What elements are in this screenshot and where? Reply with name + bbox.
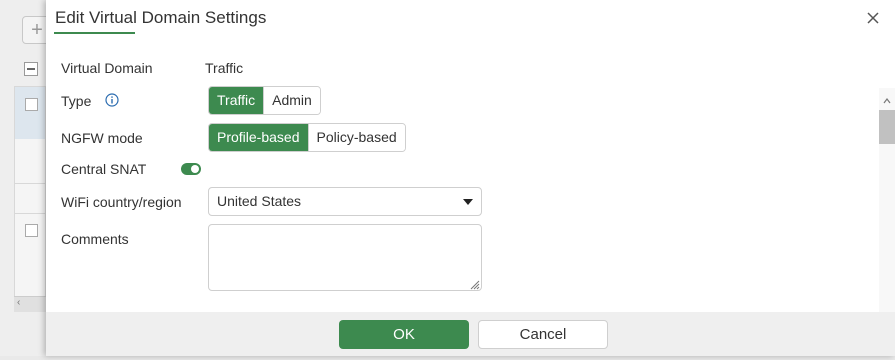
scroll-thumb[interactable]	[879, 110, 895, 144]
central-snat-label: Central SNAT	[61, 161, 147, 177]
dialog-title: Edit Virtual Domain Settings	[55, 8, 267, 27]
comments-label: Comments	[61, 231, 129, 247]
dialog-header: Edit Virtual Domain Settings	[46, 0, 895, 44]
type-label: Type	[61, 93, 92, 109]
cancel-button[interactable]: Cancel	[478, 320, 608, 349]
row-divider	[15, 183, 45, 184]
table-row[interactable]	[15, 87, 45, 139]
edit-vdom-dialog: Edit Virtual Domain Settings Virtual Dom…	[46, 0, 895, 356]
comments-textarea[interactable]	[208, 224, 482, 291]
ok-button[interactable]: OK	[339, 320, 469, 349]
collapse-all-icon[interactable]	[24, 62, 38, 76]
row-divider	[15, 213, 45, 214]
type-option-traffic[interactable]: Traffic	[209, 87, 264, 114]
close-icon[interactable]	[865, 10, 881, 26]
horizontal-scrollbar[interactable]: ‹	[14, 296, 46, 312]
wifi-region-select[interactable]: United States	[208, 187, 482, 216]
dialog-footer: OK Cancel	[46, 312, 895, 356]
row-checkbox[interactable]	[25, 224, 38, 237]
virtual-domain-label: Virtual Domain	[61, 60, 153, 76]
wifi-region-value: United States	[217, 193, 302, 209]
ngfw-option-policy-based[interactable]: Policy-based	[307, 124, 405, 151]
ngfw-option-profile-based[interactable]: Profile-based	[209, 124, 308, 151]
resize-grip-icon[interactable]	[468, 277, 480, 290]
toggle-knob	[191, 165, 199, 173]
type-option-admin[interactable]: Admin	[263, 87, 320, 114]
scroll-up-icon[interactable]	[883, 92, 891, 104]
dialog-body: Virtual Domain Traffic Type Traffic Admi…	[46, 44, 895, 356]
wifi-region-label: WiFi country/region	[61, 194, 182, 210]
ngfw-mode-segmented-control: Profile-based Policy-based	[208, 123, 406, 152]
central-snat-toggle[interactable]	[181, 163, 201, 175]
chevron-down-icon	[463, 199, 473, 205]
background-table	[14, 86, 46, 312]
type-segmented-control: Traffic Admin	[208, 86, 321, 115]
ngfw-mode-label: NGFW mode	[61, 130, 143, 146]
virtual-domain-value: Traffic	[205, 60, 244, 76]
title-underline	[54, 32, 135, 34]
row-checkbox[interactable]	[25, 98, 38, 111]
info-icon[interactable]	[105, 93, 119, 107]
